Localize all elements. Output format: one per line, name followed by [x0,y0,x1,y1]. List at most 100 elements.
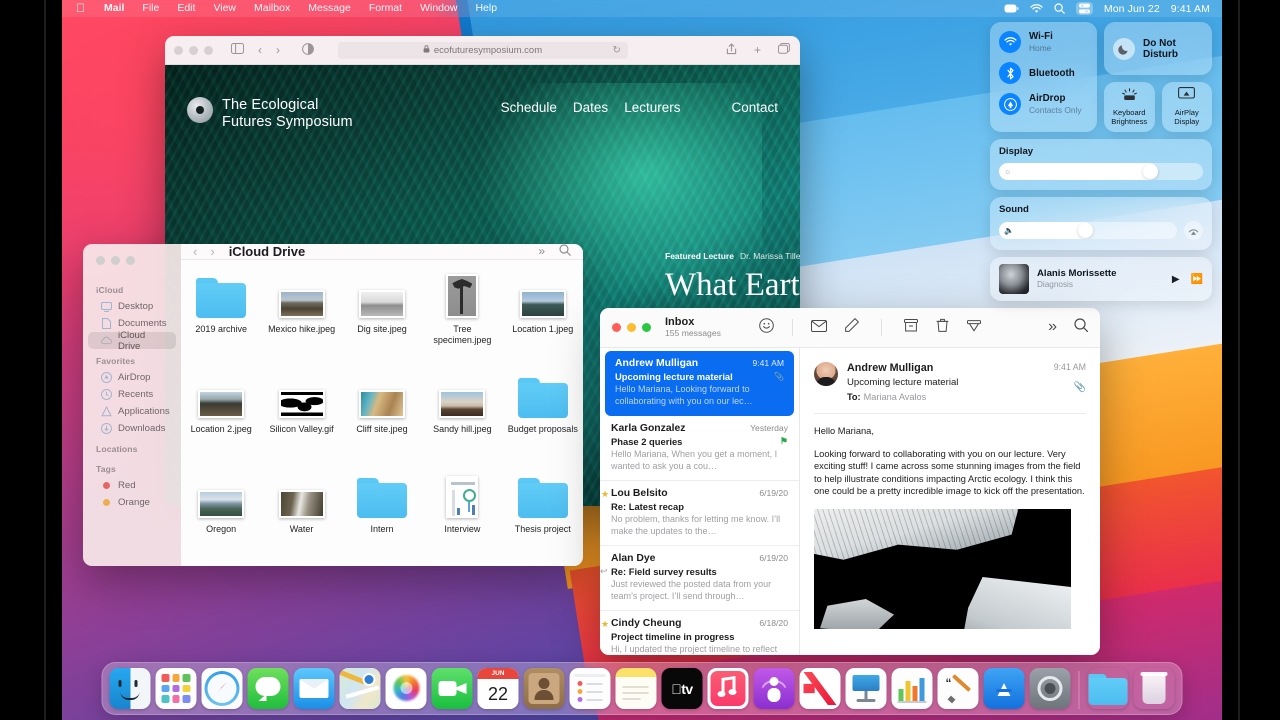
airdrop-toggle[interactable]: AirDrop Contacts Only [999,93,1089,115]
keyboard-brightness-button[interactable]: Keyboard Brightness [1104,82,1155,132]
mail-window[interactable]: Inbox 155 messages » Andrew Mulligan 9:4… [600,308,1100,655]
menu-item-mail[interactable]: Mail [95,0,133,17]
airplay-audio-icon[interactable] [1184,221,1203,240]
star-icon[interactable]: ★ [601,489,609,500]
chevron-double-right-icon[interactable]: » [1048,318,1057,337]
finder-file-item[interactable]: Location 2.jpeg [181,372,261,472]
display-brightness-slider[interactable]: ☼ [999,163,1203,180]
numbers-icon[interactable] [891,668,933,709]
menu-item-mailbox[interactable]: Mailbox [245,0,299,17]
wifi-icon[interactable] [1030,3,1043,14]
mail-list-row[interactable]: Karla Gonzalez Yesterday Phase 2 queries ⚑ H… [600,416,799,481]
sidebar-item-red[interactable]: Red [88,477,176,494]
nav-link-contact[interactable]: Contact [731,100,778,115]
tab-overview-icon[interactable] [778,42,790,58]
close-button[interactable] [174,45,183,55]
finder-file-item[interactable]: Intern [342,472,422,566]
finder-file-item[interactable]: Tree specimen.jpeg [422,272,502,372]
apple-logo-icon[interactable]:  [62,0,95,17]
facetime-icon[interactable] [431,668,473,709]
finder-window[interactable]: iCloud Desktop Documents iCloud Drive Favori… [83,244,583,566]
window-controls[interactable] [612,323,651,332]
launchpad-icon[interactable] [155,668,197,709]
menu-bar-date[interactable]: Mon Jun 22 [1104,3,1160,15]
pages-icon[interactable]: “ [937,668,979,709]
zoom-button[interactable] [204,45,213,55]
minimize-button[interactable] [189,45,198,55]
safari-icon[interactable] [201,668,243,709]
finder-file-item[interactable]: Interview [422,472,502,566]
nav-link-dates[interactable]: Dates [573,100,608,115]
nav-link-lecturers[interactable]: Lecturers [624,100,680,115]
mail-list-row[interactable]: ↩ Alan Dye 6/19/20 Re: Field survey results… [600,546,799,611]
close-button[interactable] [612,323,621,332]
star-icon[interactable]: ★ [601,619,609,630]
forward-icon[interactable]: ⏩ [1191,274,1203,285]
sidebar-item-orange[interactable]: Orange [88,494,176,511]
appstore-icon[interactable]: ▲ [983,668,1025,709]
news-icon[interactable] [799,668,841,709]
to-value[interactable]: Mariana Avalos [864,392,927,402]
finder-file-item[interactable]: Dig site.jpeg [342,272,422,372]
window-controls[interactable] [174,45,213,55]
mail-message-list[interactable]: Andrew Mulligan 9:41 AM Upcoming lecture m… [600,348,800,655]
finder-file-item[interactable]: Oregon [181,472,261,566]
play-icon[interactable]: ▶ [1172,274,1180,285]
finder-file-item[interactable]: Water [261,472,341,566]
reminders-icon[interactable] [569,668,611,709]
trash-icon[interactable] [1134,668,1175,709]
do-not-disturb-toggle[interactable]: Do Not Disturb [1104,22,1212,75]
finder-icon[interactable] [109,668,151,709]
finder-file-item[interactable]: Thesis project [503,472,583,566]
mark-unread-icon[interactable] [810,319,827,337]
folder-icon[interactable] [1088,668,1129,709]
control-center-icon[interactable] [1075,2,1093,15]
maps-icon[interactable] [339,668,381,709]
menu-item-format[interactable]: Format [360,0,411,17]
sound-volume-slider[interactable]: 🔈 [999,222,1177,239]
message-attachment-image[interactable] [814,508,1071,629]
minimize-button[interactable] [627,323,636,332]
keynote-icon[interactable] [845,668,887,709]
podcasts-icon[interactable] [753,668,795,709]
messages-icon[interactable] [247,668,289,709]
search-icon[interactable] [559,244,571,259]
plus-icon[interactable]: + [754,43,761,58]
menu-item-file[interactable]: File [133,0,168,17]
wifi-toggle[interactable]: Wi-Fi Home [999,31,1089,53]
photos-icon[interactable] [385,668,427,709]
menu-item-edit[interactable]: Edit [168,0,204,17]
sidebar-item-airdrop[interactable]: AirDrop [88,369,176,386]
sidebar-item-applications[interactable]: Applications [88,403,176,420]
finder-file-item[interactable]: Sandy hill.jpeg [422,372,502,472]
chevron-right-icon[interactable]: › [276,43,280,57]
finder-file-item[interactable]: Mexico hike.jpeg [261,272,341,372]
contacts-icon[interactable] [523,668,565,709]
trash-icon[interactable] [936,318,949,337]
mail-list-row[interactable]: Andrew Mulligan 9:41 AM Upcoming lecture m… [605,351,794,416]
system-preferences-icon[interactable] [1029,668,1071,709]
finder-file-item[interactable]: Silicon Valley.gif [261,372,341,472]
search-icon[interactable] [1054,3,1065,14]
notes-icon[interactable] [615,668,657,709]
zoom-button[interactable] [642,323,651,332]
chevron-right-icon[interactable]: › [210,244,214,259]
minimize-button[interactable] [111,256,120,265]
sidebar-icon[interactable] [231,43,244,57]
sidebar-item-desktop[interactable]: Desktop [88,298,176,315]
search-icon[interactable] [1074,318,1088,337]
junk-icon[interactable] [966,319,981,337]
bluetooth-toggle[interactable]: Bluetooth [999,62,1089,84]
chevron-left-icon[interactable]: ‹ [193,244,197,259]
calendar-icon[interactable]: JUN 22 [477,668,519,709]
sidebar-item-icloud-drive[interactable]: iCloud Drive [88,330,176,352]
sidebar-item-recents[interactable]: Recents [88,386,176,403]
finder-file-item[interactable]: Location 1.jpeg [503,272,583,372]
emoji-icon[interactable] [759,317,774,338]
paperclip-icon[interactable]: 📎 [1054,382,1086,393]
music-icon[interactable] [707,668,749,709]
address-bar[interactable]: ecofuturesymposium.com [337,41,628,59]
chevron-double-right-icon[interactable]: » [538,244,545,259]
menu-bar-time[interactable]: 9:41 AM [1171,3,1210,15]
finder-file-item[interactable]: Budget proposals [503,372,583,472]
